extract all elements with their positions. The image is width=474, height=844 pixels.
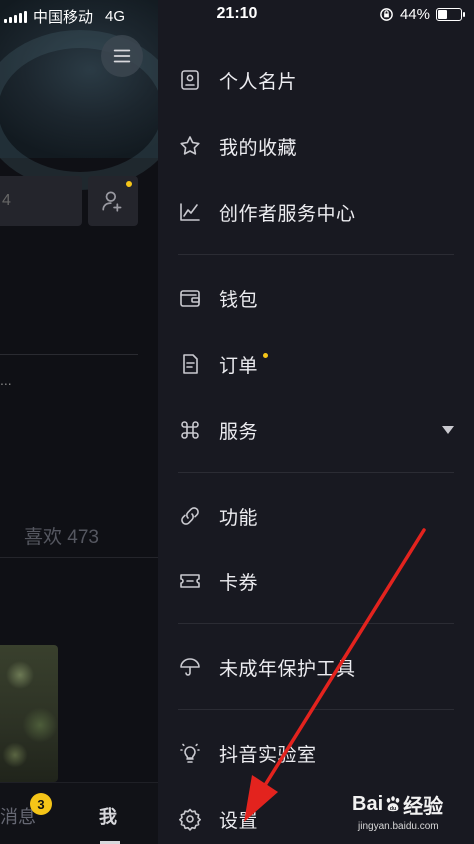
id-card-icon [178,68,202,92]
section-divider [178,472,454,473]
menu-item-services[interactable]: 服务 [158,402,474,458]
side-drawer-menu: 个人名片 我的收藏 创作者服务中心 钱包 订单 服务 功能 卡券 未成年保护工具… [158,0,474,844]
chevron-down-icon[interactable] [442,426,454,434]
watermark-logo: Bai du 经验 [352,793,444,818]
background-profile-page: 4 ... 喜欢 473 消息 3 我 [0,0,158,844]
watermark-site: jingyan.baidu.com [358,821,439,832]
menu-label: 订单 [219,356,259,377]
battery-percent: 44% [399,6,430,23]
menu-label: 未成年保护工具 [219,659,356,680]
gear-icon [178,807,202,831]
edit-profile-button[interactable]: 4 [0,176,82,226]
battery-icon [436,8,465,21]
menu-label: 创作者服务中心 [219,204,356,225]
baidu-jingyan-watermark: Bai du 经验 jingyan.baidu.com [352,790,443,832]
menu-item-lab[interactable]: 抖音实验室 [158,725,474,781]
menu-item-business-card[interactable]: 个人名片 [158,52,474,108]
battery-level [438,10,447,19]
services-icon [178,418,202,442]
menu-item-creator-center[interactable]: 创作者服务中心 [158,184,474,240]
bottom-tab-bar: 消息 3 我 [0,782,158,844]
video-thumbnail[interactable] [0,645,58,782]
menu-label: 卡券 [219,573,259,594]
status-bar: 中国移动 4G 21:10 44% [0,0,474,30]
notification-dot [126,181,132,187]
section-divider [178,623,454,624]
menu-label: 抖音实验室 [219,745,317,766]
menu-label: 服务 [219,422,259,443]
divider [0,557,158,558]
link-icon [178,504,202,528]
order-icon [178,352,202,376]
menu-item-minor-protection[interactable]: 未成年保护工具 [158,639,474,695]
hamburger-icon [113,49,131,63]
menu-item-favorites[interactable]: 我的收藏 [158,118,474,174]
tab-me[interactable]: 我 [99,803,117,829]
bio-ellipsis: ... [0,372,12,388]
tab-likes[interactable]: 喜欢 473 [24,522,99,549]
section-divider [178,709,454,710]
add-friend-button[interactable] [88,176,138,226]
menu-label: 我的收藏 [219,138,298,159]
chart-line-icon [178,200,202,224]
menu-label: 设置 [219,811,259,832]
add-user-icon [102,191,122,212]
menu-item-features[interactable]: 功能 [158,488,474,544]
divider [0,354,138,355]
order-notification-dot [263,353,268,358]
menu-item-wallet[interactable]: 钱包 [158,270,474,326]
wallet-icon [178,286,202,310]
menu-button[interactable] [101,35,143,77]
coupon-icon [178,569,202,593]
messages-badge: 3 [30,793,52,815]
menu-item-orders[interactable]: 订单 [158,336,474,392]
star-icon [178,134,202,158]
rotation-lock-icon [380,8,393,21]
menu-item-coupons[interactable]: 卡券 [158,553,474,609]
svg-text:du: du [390,805,397,811]
bulb-icon [178,741,202,765]
paw-icon: du [386,795,400,811]
menu-label: 个人名片 [219,72,298,93]
section-divider [178,254,454,255]
menu-label: 功能 [219,508,259,529]
umbrella-icon [178,655,202,679]
menu-label: 钱包 [219,290,259,311]
edit-profile-fragment: 4 [2,192,11,209]
